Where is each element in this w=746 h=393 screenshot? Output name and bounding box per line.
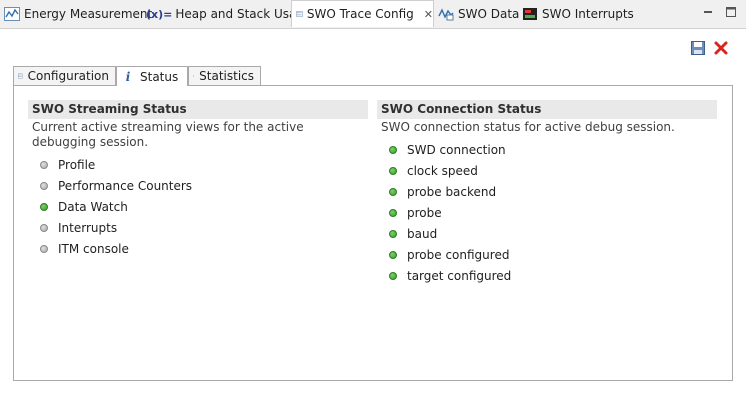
- status-indicator-icon: [389, 230, 397, 238]
- config-list-icon: [18, 73, 23, 79]
- tab-status[interactable]: i Status: [116, 66, 188, 86]
- config-list-icon: [296, 10, 303, 18]
- status-indicator-icon: [40, 224, 48, 232]
- maximize-icon[interactable]: [724, 5, 738, 19]
- status-indicator-icon: [389, 272, 397, 280]
- status-indicator-icon: [40, 245, 48, 253]
- status-indicator-icon: [389, 209, 397, 217]
- tab-statistics[interactable]: Statistics: [188, 66, 261, 85]
- tab-label: SWO Interrupts: [542, 7, 634, 21]
- status-indicator-icon: [389, 251, 397, 259]
- delete-icon[interactable]: [713, 40, 729, 56]
- list-item: Interrupts: [40, 220, 117, 236]
- status-indicator-icon: [40, 161, 48, 169]
- list-item: Data Watch: [40, 199, 128, 215]
- item-label: target configured: [407, 269, 512, 283]
- list-item: Profile: [40, 157, 95, 173]
- item-label: Profile: [58, 158, 96, 172]
- minimize-icon[interactable]: [701, 5, 715, 19]
- status-indicator-icon: [389, 167, 397, 175]
- statistics-icon: [193, 75, 195, 77]
- heap-stack-icon: (x)=: [146, 7, 173, 21]
- view-tab-bar: Energy Measurement (x)= Heap and Stack U…: [0, 0, 746, 29]
- status-indicator-icon: [40, 203, 48, 211]
- status-indicator-icon: [389, 146, 397, 154]
- list-item: clock speed: [389, 163, 478, 179]
- status-indicator-icon: [389, 188, 397, 196]
- tab-energy-measurement[interactable]: Energy Measurement: [4, 1, 152, 27]
- item-label: probe configured: [407, 248, 510, 262]
- tab-swo-data[interactable]: SWO Data: [438, 1, 519, 27]
- connection-status-description: SWO connection status for active debug s…: [381, 120, 675, 134]
- item-label: SWD connection: [407, 143, 506, 157]
- list-item: target configured: [389, 268, 511, 284]
- swo-data-icon: [438, 8, 454, 21]
- tab-swo-interrupts[interactable]: SWO Interrupts: [522, 1, 634, 27]
- tab-label: SWO Data: [458, 7, 520, 21]
- list-item: probe: [389, 205, 442, 221]
- energy-wave-icon: [4, 7, 20, 21]
- tab-swo-trace-config[interactable]: SWO Trace Config ✕: [291, 0, 434, 27]
- tab-configuration[interactable]: Configuration: [13, 66, 116, 85]
- tab-label: Configuration: [27, 69, 109, 83]
- interrupts-icon: [523, 8, 537, 20]
- item-label: probe: [407, 206, 442, 220]
- list-item: ITM console: [40, 241, 129, 257]
- item-label: clock speed: [407, 164, 478, 178]
- item-label: baud: [407, 227, 438, 241]
- close-icon[interactable]: ✕: [424, 8, 433, 21]
- status-indicator-icon: [40, 182, 48, 190]
- item-label: probe backend: [407, 185, 497, 199]
- item-label: Interrupts: [58, 221, 118, 235]
- tab-heap-and-stack-usage[interactable]: (x)= Heap and Stack Usage: [146, 1, 311, 27]
- list-item: Performance Counters: [40, 178, 192, 194]
- item-label: Data Watch: [58, 200, 128, 214]
- tab-label: Status: [140, 69, 179, 84]
- list-item: probe configured: [389, 247, 509, 263]
- list-item: baud: [389, 226, 437, 242]
- info-icon: i: [125, 69, 131, 84]
- connection-status-title: SWO Connection Status: [377, 100, 717, 119]
- streaming-status-description: Current active streaming views for the a…: [32, 120, 304, 149]
- list-item: SWD connection: [389, 142, 506, 158]
- item-label: Performance Counters: [58, 179, 193, 193]
- save-icon[interactable]: [690, 40, 706, 56]
- item-label: ITM console: [58, 242, 129, 256]
- streaming-status-title: SWO Streaming Status: [28, 100, 368, 119]
- tab-label: Statistics: [199, 69, 254, 83]
- tab-label: Energy Measurement: [24, 7, 153, 21]
- tab-label: SWO Trace Config: [306, 7, 414, 21]
- list-item: probe backend: [389, 184, 496, 200]
